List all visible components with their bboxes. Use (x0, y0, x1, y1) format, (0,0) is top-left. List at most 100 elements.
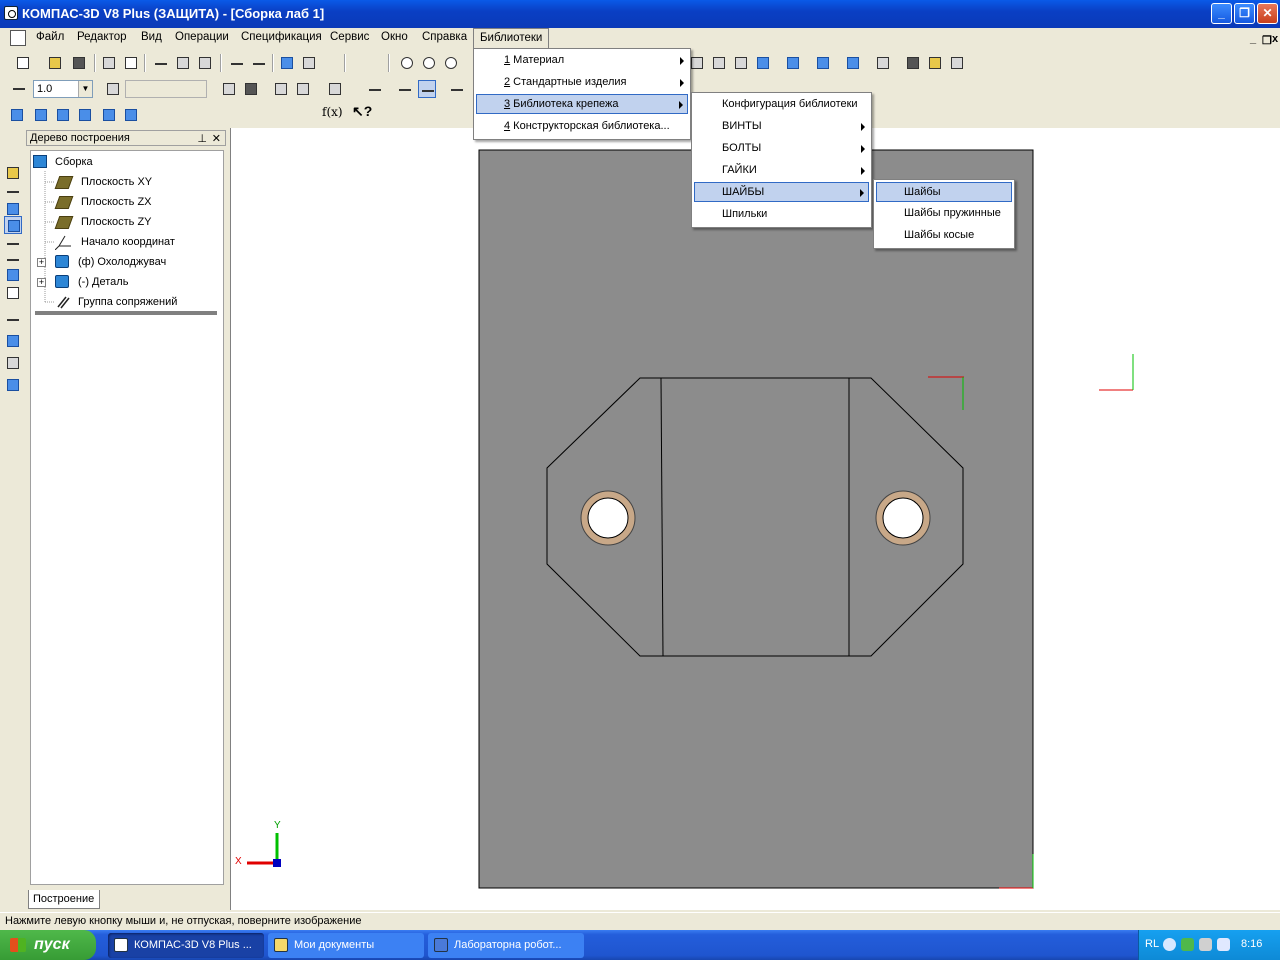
document-icon[interactable] (10, 30, 26, 46)
redo-icon[interactable] (250, 54, 268, 72)
mdi-restore-button[interactable]: ❐ (1262, 34, 1272, 47)
start-button[interactable]: пуск (0, 930, 96, 960)
menu-service[interactable]: Сервис (330, 31, 369, 43)
menu-window[interactable]: Окно (381, 31, 408, 43)
layer-icon[interactable] (104, 80, 122, 98)
menu-operations[interactable]: Операции (175, 31, 229, 43)
grid-icon[interactable] (326, 80, 344, 98)
tree-item-detail[interactable]: (-) Деталь (78, 276, 128, 288)
shade-icon[interactable] (242, 80, 260, 98)
tree-item-assembly[interactable]: Сборка (55, 156, 93, 168)
taskbar-button-documents[interactable]: Мои документы (268, 933, 424, 958)
tab-build[interactable]: Построение (28, 890, 100, 909)
new-file-icon[interactable] (14, 54, 32, 72)
hidden-lines-icon[interactable] (710, 54, 728, 72)
shaded-icon[interactable] (754, 54, 772, 72)
sketch-icon[interactable] (4, 164, 22, 182)
manager-icon[interactable] (278, 54, 296, 72)
undo-icon[interactable] (228, 54, 246, 72)
help-pointer-icon[interactable]: ↖? (352, 103, 372, 120)
zoom-out-icon[interactable] (442, 54, 460, 72)
pin-icon[interactable]: ⊥ (197, 132, 207, 145)
menu-edit[interactable]: Редактор (77, 31, 127, 43)
surfaces-icon[interactable] (4, 332, 22, 350)
scale-combo[interactable]: 1.0 ▼ (33, 80, 93, 98)
edit-assembly-icon[interactable] (8, 106, 26, 124)
assembly-ops-icon[interactable] (54, 106, 72, 124)
move-component-icon[interactable] (100, 106, 118, 124)
library-icon[interactable] (4, 376, 22, 394)
menu-item-plain-washers[interactable]: Шайбы (876, 182, 1012, 202)
graphics-viewport[interactable]: X Y (230, 128, 1280, 910)
menu-item-design-library[interactable]: 4 Конструкторская библиотека... (476, 117, 688, 137)
tray-app-icon[interactable] (1181, 938, 1194, 951)
copy-icon[interactable] (174, 54, 192, 72)
menu-help[interactable]: Справка (422, 31, 467, 43)
sheet-metal-icon[interactable] (4, 354, 22, 372)
tray-search-icon[interactable] (1217, 938, 1230, 951)
tray-arrow-icon[interactable] (1163, 938, 1176, 951)
fx-icon[interactable]: f(x) (322, 105, 343, 119)
mdi-close-button[interactable]: x (1272, 33, 1278, 45)
mdi-minimize-button[interactable]: _ (1250, 33, 1256, 45)
local-cs-icon[interactable] (366, 80, 384, 98)
shaded-edges-icon[interactable] (784, 54, 802, 72)
mass-properties-icon[interactable] (904, 54, 922, 72)
minimize-button[interactable]: _ (1211, 3, 1232, 24)
language-indicator[interactable]: RL (1145, 938, 1159, 950)
menu-item-spring-washers[interactable]: Шайбы пружинные (876, 204, 1012, 224)
scale-icon[interactable] (10, 79, 28, 97)
open-folder-icon[interactable] (46, 54, 64, 72)
menu-libraries[interactable]: Библиотеки (473, 28, 550, 48)
tree-item-plane-xy[interactable]: Плоскость XY (81, 176, 152, 188)
assembly-panel-icon[interactable] (4, 216, 22, 234)
menu-item-material[interactable]: 1 Материал (476, 51, 688, 71)
orientation-icon[interactable] (844, 54, 862, 72)
pan-icon[interactable] (294, 80, 312, 98)
print-preview-icon[interactable] (122, 54, 140, 72)
spatial-curve-icon[interactable] (4, 310, 22, 328)
mate-icon[interactable] (76, 106, 94, 124)
menu-item-washers[interactable]: ШАЙБЫ (694, 182, 869, 202)
menu-item-standard[interactable]: 2 Стандартные изделия (476, 73, 688, 93)
chevron-down-icon[interactable]: ▼ (78, 81, 92, 97)
spec-icon[interactable] (4, 284, 22, 302)
expand-icon[interactable]: + (37, 258, 46, 267)
print-icon[interactable] (100, 54, 118, 72)
curve-icon[interactable] (4, 182, 22, 200)
variables-icon[interactable] (300, 54, 318, 72)
model-view[interactable] (231, 128, 1280, 910)
app-icon[interactable] (4, 6, 18, 20)
cut-icon[interactable] (152, 54, 170, 72)
tree-item-plane-zy[interactable]: Плоскость ZY (81, 216, 152, 228)
section-icon[interactable] (874, 54, 892, 72)
menu-item-tapered-washers[interactable]: Шайбы косые (876, 226, 1012, 246)
tree-item-plane-zx[interactable]: Плоскость ZX (81, 196, 152, 208)
display-icon[interactable] (948, 54, 966, 72)
measure-icon[interactable] (926, 54, 944, 72)
hidden-thin-icon[interactable] (732, 54, 750, 72)
rotate-view-icon[interactable] (418, 80, 436, 98)
rotate-icon[interactable] (272, 80, 290, 98)
menu-item-fasteners[interactable]: 3 Библиотека крепежа (476, 94, 688, 114)
menu-item-studs[interactable]: Шпильки (694, 205, 869, 225)
taskbar-button-word[interactable]: Лабораторна робот... (428, 933, 584, 958)
menu-item-screws[interactable]: ВИНТЫ (694, 117, 869, 137)
tree-item-mates[interactable]: Группа сопряжений (78, 296, 177, 308)
menu-item-config[interactable]: Конфигурация библиотеки (694, 95, 869, 115)
tray-network-icon[interactable] (1199, 938, 1212, 951)
axes-icon[interactable] (448, 80, 466, 98)
filter-icon[interactable] (4, 266, 22, 284)
dimension-icon[interactable] (122, 106, 140, 124)
close-button[interactable]: ✕ (1257, 3, 1278, 24)
tree-item-origin[interactable]: Начало координат (81, 236, 175, 248)
menu-item-nuts[interactable]: ГАЙКИ (694, 161, 869, 181)
paste-icon[interactable] (196, 54, 214, 72)
zoom-icon[interactable] (398, 54, 416, 72)
expand-icon[interactable]: + (37, 278, 46, 287)
menu-view[interactable]: Вид (141, 31, 162, 43)
menu-file[interactable]: Файл (36, 31, 64, 43)
close-icon[interactable]: ✕ (212, 132, 221, 145)
ortho-icon[interactable] (396, 80, 414, 98)
insert-part-icon[interactable] (32, 106, 50, 124)
